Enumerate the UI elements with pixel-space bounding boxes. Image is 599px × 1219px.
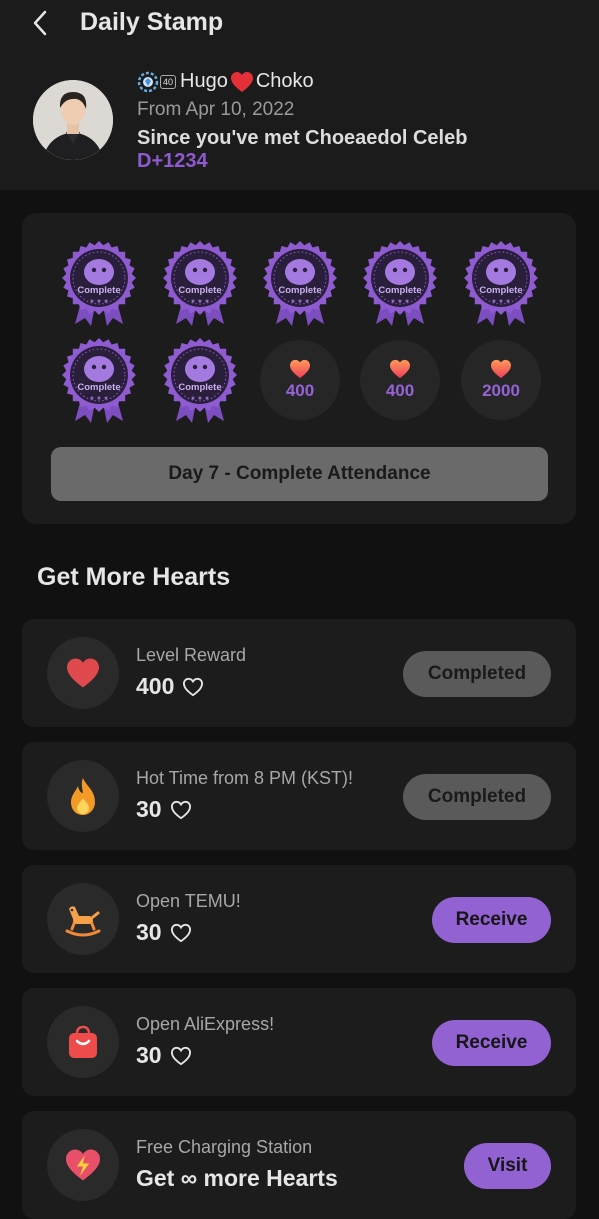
stamp-label: Complete — [77, 382, 120, 393]
heart-outline-icon — [183, 677, 204, 696]
task-label: Free Charging Station — [136, 1137, 313, 1157]
stamp-label: Complete — [479, 285, 522, 296]
stamp-label: Complete — [278, 285, 321, 296]
heart-icon — [390, 359, 410, 379]
level-badge: 40 — [137, 71, 177, 93]
stamp-reward-day-9: 400 — [360, 340, 440, 420]
task-reward: Get ∞ more Hearts — [136, 1165, 338, 1192]
receive-button[interactable]: Receive — [432, 1020, 551, 1066]
task-reward: 30 — [136, 796, 192, 823]
stamp-complete-day-5: Complete ★ ★ ★ — [461, 240, 541, 326]
svg-text:★ ★ ★: ★ ★ ★ — [89, 298, 108, 305]
stamp-reward-day-8: 400 — [260, 340, 340, 420]
task-card: Level Reward 400 Completed — [22, 619, 576, 727]
heart-icon — [290, 359, 310, 379]
svg-text:★ ★ ★: ★ ★ ★ — [491, 298, 510, 305]
level-number: 40 — [160, 74, 177, 89]
stamp-complete-day-3: Complete ★ ★ ★ — [260, 240, 340, 326]
since-text: Since you've met Choeaedol Celeb — [137, 127, 468, 149]
svg-text:★ ★ ★: ★ ★ ★ — [89, 395, 108, 402]
stamp-label: Complete — [77, 285, 120, 296]
profile-name-row: 40 Hugo Choko — [137, 70, 314, 93]
complete-attendance-button[interactable]: Day 7 - Complete Attendance — [51, 447, 548, 501]
task-card: Free Charging Station Get ∞ more Hearts Vi… — [22, 1111, 576, 1219]
profile-name-left: Hugo — [180, 70, 228, 92]
stamp-complete-day-7: Complete ★ ★ ★ — [160, 337, 240, 423]
reward-value: 30 — [136, 1042, 162, 1068]
reward-value: 30 — [136, 796, 162, 822]
d-day-counter: D+1234 — [137, 150, 208, 172]
svg-text:★ ★ ★: ★ ★ ★ — [390, 298, 409, 305]
task-label: Hot Time from 8 PM (KST)! — [136, 768, 354, 788]
heart-bolt-icon — [47, 1129, 119, 1201]
stamp-reward-day-10: 2000 — [461, 340, 541, 420]
task-label: Open AliExpress! — [136, 1014, 275, 1034]
heart-outline-icon — [170, 1046, 191, 1065]
back-chevron-icon[interactable] — [26, 8, 54, 38]
stamp-complete-day-4: Complete ★ ★ ★ — [360, 240, 440, 326]
reward-amount: 2000 — [482, 381, 520, 400]
heart-outline-icon — [170, 800, 191, 819]
reward-amount: 400 — [385, 381, 415, 400]
svg-text:★ ★ ★: ★ ★ ★ — [290, 298, 309, 305]
header: Daily Stamp 40 Hugo Choko From Apr 10, 2… — [0, 0, 599, 190]
task-reward: 30 — [136, 919, 192, 946]
level-gear-icon — [137, 71, 159, 92]
fire-icon — [47, 760, 119, 832]
red-heart-icon — [230, 71, 253, 92]
avatar — [33, 80, 113, 160]
stamp-label: Complete — [178, 285, 221, 296]
from-date: From Apr 10, 2022 — [137, 99, 295, 120]
receive-button[interactable]: Receive — [432, 897, 551, 943]
rocking-horse-icon — [47, 883, 119, 955]
stamp-complete-day-2: Complete ★ ★ ★ — [160, 240, 240, 326]
profile-name-right: Choko — [255, 70, 314, 92]
task-label: Open TEMU! — [136, 891, 241, 911]
completed-button[interactable]: Completed — [403, 774, 551, 820]
task-card: Hot Time from 8 PM (KST)! 30 Completed — [22, 742, 576, 850]
visit-button[interactable]: Visit — [464, 1143, 551, 1189]
task-card: Open AliExpress! 30 Receive — [22, 988, 576, 1096]
reward-value: 400 — [136, 673, 175, 699]
completed-button[interactable]: Completed — [403, 651, 551, 697]
task-card: Open TEMU! 30 Receive — [22, 865, 576, 973]
shopping-bag-icon — [47, 1006, 119, 1078]
task-reward: 30 — [136, 1042, 192, 1069]
reward-value: 30 — [136, 919, 162, 945]
stamp-label: Complete — [378, 285, 421, 296]
stamp-label: Complete — [178, 382, 221, 393]
stamp-complete-day-1: Complete ★ ★ ★ — [59, 240, 139, 326]
heart-outline-icon — [170, 923, 191, 942]
svg-text:★ ★ ★: ★ ★ ★ — [190, 298, 209, 305]
reward-value: Get ∞ more Hearts — [136, 1165, 338, 1191]
task-label: Level Reward — [136, 645, 247, 665]
stamp-complete-day-6: Complete ★ ★ ★ — [59, 337, 139, 423]
heart-icon — [491, 359, 511, 379]
task-reward: 400 — [136, 673, 204, 700]
svg-text:★ ★ ★: ★ ★ ★ — [190, 395, 209, 402]
section-title: Get More Hearts — [37, 563, 231, 591]
page-title: Daily Stamp — [80, 8, 224, 36]
reward-amount: 400 — [285, 381, 315, 400]
heart-icon — [47, 637, 119, 709]
